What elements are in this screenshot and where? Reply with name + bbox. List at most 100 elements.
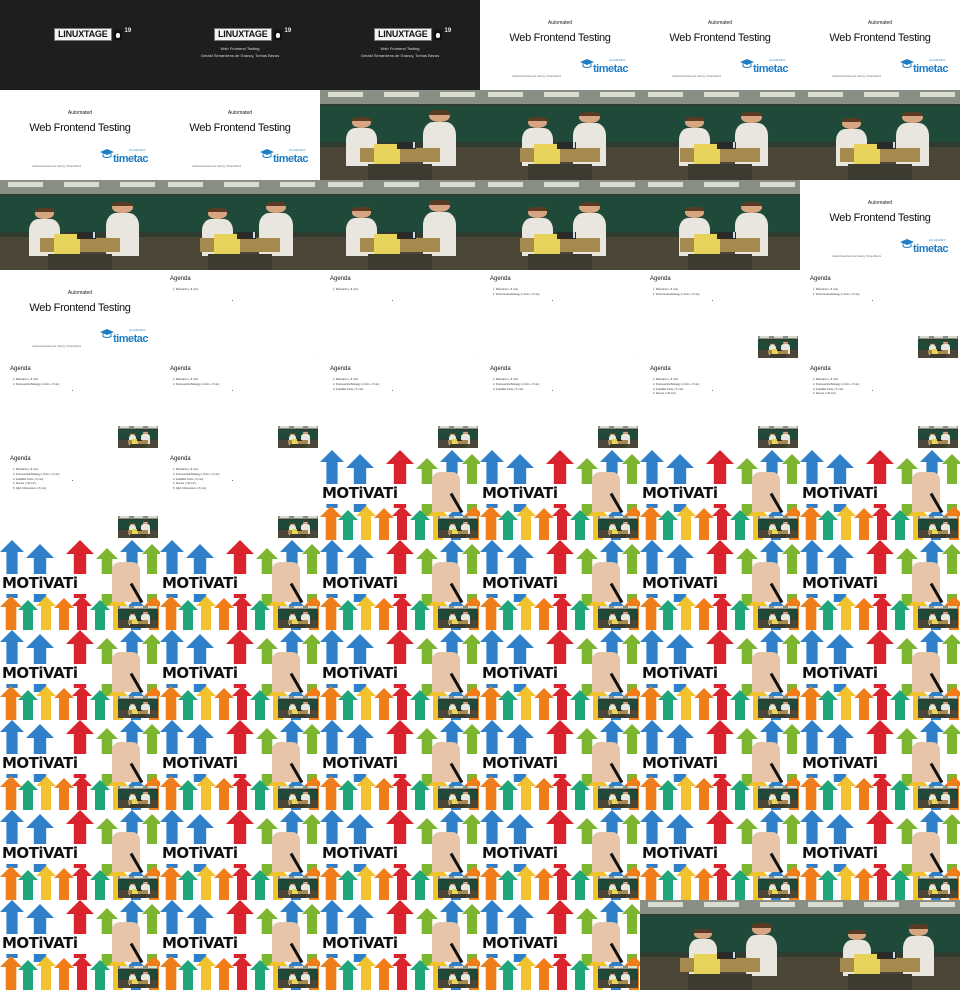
agenda-slide-thumbnail[interactable]: Agenda 1. Motivation (~5 min) 2. Framewor… bbox=[640, 360, 800, 450]
stage-photo-thumbnail[interactable] bbox=[640, 180, 800, 270]
stage-photo-thumbnail[interactable] bbox=[160, 180, 320, 270]
title-slide-thumbnail[interactable]: Automated Web Frontend Testing Gerald Se… bbox=[800, 0, 960, 90]
slide-footer: Gerald Senarclens de Grancy, Tomas Bezos bbox=[832, 75, 882, 78]
motivation-slide-thumbnail[interactable]: MOTiVATi bbox=[480, 450, 640, 540]
agenda-slide-thumbnail[interactable]: Agenda 1. Motivation (~5 min) 2. Framewor… bbox=[480, 360, 640, 450]
arrow-up-icon bbox=[36, 866, 56, 900]
agenda-slide-thumbnail[interactable]: Agenda 1. Motivation (~5 min) 2. Framewor… bbox=[0, 360, 160, 450]
title-slide-thumbnail[interactable]: Automated Web Frontend Testing Gerald Se… bbox=[800, 180, 960, 270]
motivation-slide-thumbnail[interactable]: MOTiVATi bbox=[160, 630, 320, 720]
motivation-slide-thumbnail[interactable]: MOTiVATi bbox=[480, 630, 640, 720]
motivation-slide-thumbnail[interactable]: MOTiVATi bbox=[640, 630, 800, 720]
arrow-up-icon bbox=[374, 958, 394, 990]
motivation-word: MOTiVATi bbox=[482, 844, 558, 862]
motivation-slide-thumbnail[interactable]: MOTiVATi bbox=[480, 720, 640, 810]
arrow-up-icon bbox=[72, 686, 92, 720]
ceiling-light bbox=[468, 696, 477, 698]
motivation-slide-thumbnail[interactable]: MOTiVATi bbox=[160, 810, 320, 900]
hair bbox=[428, 199, 450, 205]
lectern-desk bbox=[840, 147, 920, 162]
agenda-slide-thumbnail[interactable]: Agenda 1. Motivation (~5 min) 2. Framewor… bbox=[0, 450, 160, 540]
agenda-slide-thumbnail[interactable]: Agenda 1. Motivation (~5 min) 2. Framewor… bbox=[320, 360, 480, 450]
stage-photo-thumbnail[interactable] bbox=[640, 90, 800, 180]
motivation-slide-thumbnail[interactable]: MOTiVATi bbox=[0, 720, 160, 810]
motivation-slide-thumbnail[interactable]: MOTiVATi bbox=[0, 630, 160, 720]
presenters-stage-photo bbox=[598, 516, 638, 538]
motivation-slide-thumbnail[interactable]: MOTiVATi bbox=[320, 450, 480, 540]
arrow-up-icon bbox=[374, 688, 394, 720]
motivation-slide-thumbnail[interactable]: MOTiVATi bbox=[800, 720, 960, 810]
motivation-slide-thumbnail[interactable]: MOTiVATi bbox=[800, 450, 960, 540]
ceiling-light bbox=[704, 181, 740, 188]
motivation-slide-thumbnail[interactable]: MOTiVATi bbox=[640, 450, 800, 540]
motivation-slide-thumbnail[interactable]: MOTiVATi bbox=[320, 630, 480, 720]
title-slide-thumbnail[interactable]: Automated Web Frontend Testing Gerald Se… bbox=[480, 0, 640, 90]
ceiling-light bbox=[600, 696, 609, 698]
agenda-slide-thumbnail[interactable]: Agenda 1. Motivation (~5 min) 2. Framewor… bbox=[800, 270, 960, 360]
stage-photo-thumbnail[interactable] bbox=[0, 180, 160, 270]
agenda-slide-thumbnail[interactable]: Agenda 1. Motivation (~5 min) 2. Framewor… bbox=[800, 360, 960, 450]
stage-photo-thumbnail[interactable] bbox=[320, 180, 480, 270]
motivation-slide-thumbnail[interactable]: MOTiVATi bbox=[640, 540, 800, 630]
hair bbox=[908, 924, 928, 929]
ceiling-light bbox=[148, 876, 157, 878]
agenda-slide-thumbnail[interactable]: Agenda 1. Motivation (~5 min) · bbox=[160, 270, 320, 360]
motivation-slide-thumbnail[interactable]: MOTiVATi bbox=[480, 810, 640, 900]
stage-photo-thumbnail[interactable] bbox=[800, 90, 960, 180]
water-bottle bbox=[941, 798, 942, 801]
motivation-slide-thumbnail[interactable]: MOTiVATi bbox=[800, 630, 960, 720]
motivation-slide-thumbnail[interactable]: MOTiVATi bbox=[640, 810, 800, 900]
agenda-list: 1. Motivation (~5 min) 2. Frameworks/Stra… bbox=[653, 378, 699, 397]
title-card-thumbnail[interactable]: LINUXTAGE 19 bbox=[0, 0, 160, 90]
title-slide-thumbnail[interactable]: Automated Web Frontend Testing Gerald Se… bbox=[640, 0, 800, 90]
title-slide-thumbnail[interactable]: Automated Web Frontend Testing Gerald Se… bbox=[0, 90, 160, 180]
hair bbox=[902, 111, 924, 117]
motivation-slide-thumbnail[interactable]: MOTiVATi bbox=[160, 720, 320, 810]
motivation-word: MOTiVATi bbox=[322, 844, 398, 862]
motivation-slide-thumbnail[interactable]: MOTiVATi bbox=[160, 900, 320, 990]
motivation-slide-thumbnail[interactable]: MOTiVATi bbox=[320, 810, 480, 900]
stage-photo-thumbnail[interactable] bbox=[640, 900, 800, 990]
agenda-slide-thumbnail[interactable]: Agenda 1. Motivation (~5 min) 2. Framewor… bbox=[160, 360, 320, 450]
ceiling-light bbox=[648, 181, 684, 188]
motivation-slide-thumbnail[interactable]: MOTiVATi bbox=[480, 540, 640, 630]
arrow-up-icon bbox=[392, 506, 412, 540]
hair bbox=[930, 522, 935, 524]
motivation-slide-thumbnail[interactable]: MOTiVATi bbox=[0, 810, 160, 900]
motivation-slide-thumbnail[interactable]: MOTiVATi bbox=[0, 900, 160, 990]
arrow-up-icon bbox=[694, 508, 714, 540]
motivation-slide-thumbnail[interactable]: MOTiVATi bbox=[320, 900, 480, 990]
stage-photo-thumbnail[interactable] bbox=[480, 90, 640, 180]
ceiling-light bbox=[614, 876, 623, 878]
agenda-heading: Agenda bbox=[10, 456, 31, 462]
stage-photo-thumbnail[interactable] bbox=[480, 180, 640, 270]
motivation-word: MOTiVATi bbox=[2, 754, 78, 772]
agenda-slide-thumbnail[interactable]: Agenda 1. Motivation (~5 min) 2. Framewor… bbox=[480, 270, 640, 360]
motivation-slide-thumbnail[interactable]: MOTiVATi bbox=[480, 900, 640, 990]
title-card-thumbnail[interactable]: LINUXTAGE 19 Web Frontend Testing Gerald… bbox=[160, 0, 320, 90]
title-slide-thumbnail[interactable]: Automated Web Frontend Testing Gerald Se… bbox=[160, 90, 320, 180]
title-card-thumbnail[interactable]: LINUXTAGE 19 Web Frontend Testing Gerald… bbox=[320, 0, 480, 90]
stage-photo-thumbnail[interactable] bbox=[800, 900, 960, 990]
stage-photo-thumbnail[interactable] bbox=[320, 90, 480, 180]
presenters-stage-photo bbox=[918, 516, 958, 538]
hair bbox=[770, 882, 775, 884]
agenda-slide-thumbnail[interactable]: Agenda 1. Motivation (~5 min) 2. Framewor… bbox=[640, 270, 800, 360]
agenda-slide-thumbnail[interactable]: Agenda 1. Motivation (~5 min) 2. Framewor… bbox=[160, 450, 320, 540]
green-chalkboard bbox=[598, 429, 638, 439]
speaker-video-inset bbox=[118, 966, 158, 988]
motivation-slide-thumbnail[interactable]: MOTiVATi bbox=[320, 540, 480, 630]
agenda-slide-thumbnail[interactable]: Agenda 1. Motivation (~5 min) · bbox=[320, 270, 480, 360]
presenters-stage-photo bbox=[598, 606, 638, 628]
chairs bbox=[290, 714, 306, 718]
ceiling-light bbox=[920, 876, 929, 878]
motivation-slide-thumbnail[interactable]: MOTiVATi bbox=[640, 720, 800, 810]
water-bottle bbox=[781, 888, 782, 891]
title-slide-thumbnail[interactable]: Automated Web Frontend Testing Gerald Se… bbox=[0, 270, 160, 360]
motivation-slide-thumbnail[interactable]: MOTiVATi bbox=[160, 540, 320, 630]
motivation-slide-thumbnail[interactable]: MOTiVATi bbox=[800, 810, 960, 900]
ceiling-light bbox=[134, 966, 143, 968]
motivation-slide-thumbnail[interactable]: MOTiVATi bbox=[800, 540, 960, 630]
motivation-slide-thumbnail[interactable]: MOTiVATi bbox=[320, 720, 480, 810]
motivation-slide-thumbnail[interactable]: MOTiVATi bbox=[0, 540, 160, 630]
